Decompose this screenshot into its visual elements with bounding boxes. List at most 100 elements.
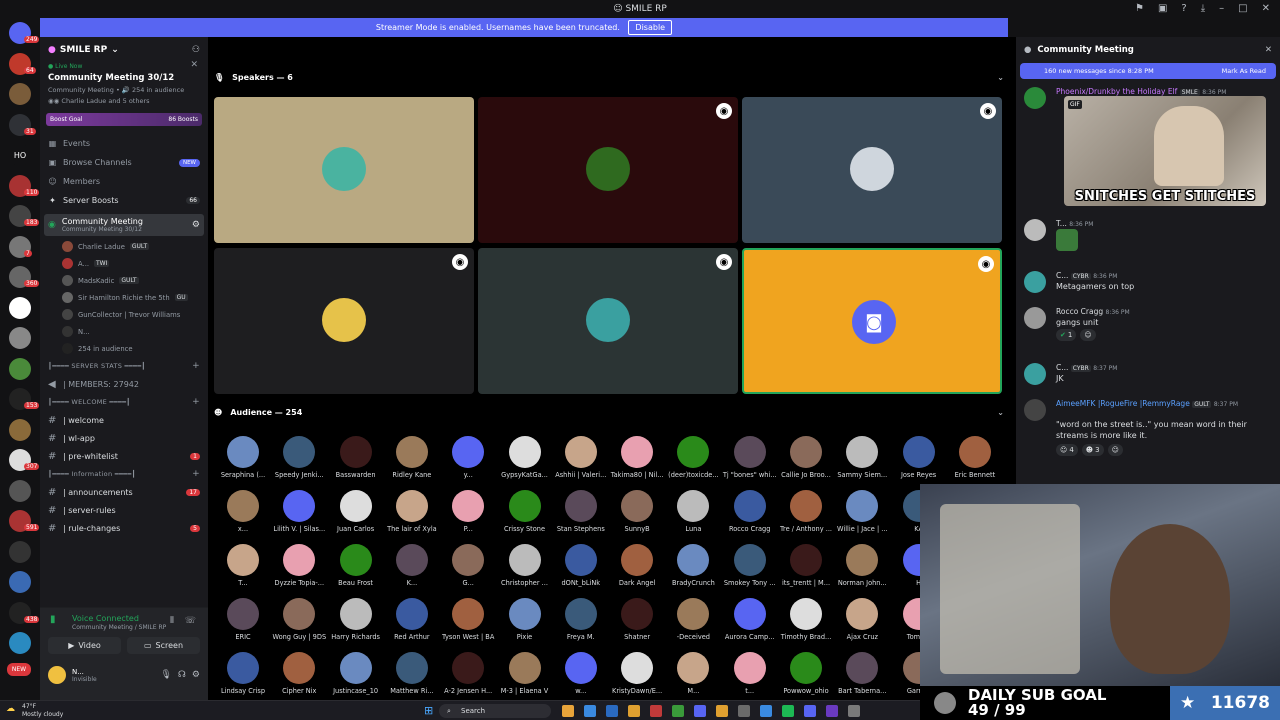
audience-member[interactable]: Tyson West | BA	[440, 598, 496, 641]
audience-member[interactable]: Cipher Nix	[271, 652, 327, 695]
audience-member[interactable]: Wong Guy | 9DS	[271, 598, 327, 641]
nav-item[interactable]: ☺ Members	[40, 172, 208, 191]
audience-member[interactable]: t...	[722, 652, 778, 695]
minimize-button[interactable]: –	[1219, 3, 1224, 14]
audience-member[interactable]: Luna	[665, 490, 721, 533]
video-button[interactable]: ▶ Video	[48, 637, 121, 654]
taskbar-app-icon[interactable]	[628, 705, 640, 717]
nav-item[interactable]: ▣ Browse Channels NEW	[40, 153, 208, 172]
headphones-icon[interactable]: ☊	[178, 670, 186, 680]
taskbar-app-icon[interactable]	[584, 705, 596, 717]
audience-member[interactable]: M-3 | Elaena V	[497, 652, 553, 695]
server-icon[interactable]	[9, 540, 31, 563]
message-author[interactable]: T...	[1056, 219, 1067, 228]
speaker-tile[interactable]: ◉	[478, 248, 738, 394]
audience-member[interactable]: Lindsay Crisp	[215, 652, 271, 695]
add-reaction-icon[interactable]: ☺	[1080, 329, 1096, 341]
audience-member[interactable]: Aurora Camp...	[722, 598, 778, 641]
audience-member[interactable]: Timothy Brad...	[778, 598, 834, 641]
audience-member[interactable]: Tj "bones" whi...	[722, 436, 778, 479]
audience-member[interactable]: Christopher ...	[497, 544, 553, 587]
server-icon[interactable]	[9, 571, 31, 593]
speaker-tile[interactable]: ◙ ◉	[742, 248, 1002, 394]
channel-actions-icon[interactable]: ⚙	[192, 220, 200, 230]
speaker-tile[interactable]: ◉	[478, 97, 738, 243]
text-channel[interactable]: # | pre-whitelist 1	[40, 447, 208, 465]
message-author[interactable]: Phoenix/Drunkby the Holiday Elf	[1056, 87, 1177, 96]
audience-member[interactable]: Jose Reyes	[891, 436, 947, 479]
audience-member[interactable]: x...	[215, 490, 271, 533]
nav-item[interactable]: ▦ Events	[40, 134, 208, 153]
audience-member[interactable]: y...	[440, 436, 496, 479]
audience-member[interactable]: Tre / Anthony ...	[778, 490, 834, 533]
disable-button[interactable]: Disable	[628, 20, 673, 35]
audience-member[interactable]: Ajax Cruz	[834, 598, 890, 641]
message-author[interactable]: Rocco Cragg	[1056, 307, 1103, 316]
reaction[interactable]: ✔ 1	[1056, 329, 1077, 341]
server-icon[interactable]	[9, 479, 31, 502]
voice-user[interactable]: Sir Hamilton Richie the 5th GU	[40, 289, 208, 306]
screen-button[interactable]: ▭ Screen	[127, 637, 200, 654]
taskbar-app-icon[interactable]	[716, 705, 728, 717]
audience-member[interactable]: Bart Taberna...	[834, 652, 890, 695]
taskbar-app-icon[interactable]	[694, 705, 706, 717]
voice-user[interactable]: MadsKadic GULT	[40, 272, 208, 289]
audience-member[interactable]: Dyzzie Topia-...	[271, 544, 327, 587]
taskbar-app-icon[interactable]	[738, 705, 750, 717]
message-author[interactable]: AimeeMFK |RogueFire |RemmyRage	[1056, 399, 1190, 408]
audience-member[interactable]: K...	[384, 544, 440, 587]
inbox-icon[interactable]: ⚑	[1135, 3, 1144, 14]
audience-member[interactable]: BradyCrunch	[665, 544, 721, 587]
audience-member[interactable]: dONt_bLiNk	[553, 544, 609, 587]
close-button[interactable]: ✕	[1262, 3, 1270, 14]
download-icon[interactable]: ⤓	[1201, 3, 1205, 14]
text-channel[interactable]: # | rule-changes 5	[40, 519, 208, 537]
taskbar-app-icon[interactable]	[672, 705, 684, 717]
speaker-tile[interactable]	[214, 97, 474, 243]
add-channel-icon[interactable]: +	[192, 469, 200, 479]
close-icon[interactable]: ✕	[190, 60, 198, 70]
server-icon[interactable]	[9, 83, 31, 105]
weather[interactable]: 47°F Mostly cloudy	[22, 703, 63, 719]
voice-user[interactable]: GunCollector | Trevor Williams	[40, 306, 208, 323]
audience-member[interactable]: Basswarden	[328, 436, 384, 479]
boost-goal[interactable]: Boost Goal 86 Boosts	[46, 113, 202, 126]
category-server-stats[interactable]: ┃━━━━ SERVER STATS ━━━━┃ +	[40, 357, 208, 375]
audience-member[interactable]: Sammy Siem...	[834, 436, 890, 479]
add-reaction-icon[interactable]: ☺	[1107, 444, 1123, 456]
screen-icon[interactable]: ▣	[1158, 3, 1167, 14]
new-messages-bar[interactable]: 160 new messages since 8:28 PM Mark As R…	[1020, 63, 1276, 79]
text-channel[interactable]: # | wl-app	[40, 429, 208, 447]
audience-member[interactable]: SunnyB	[609, 490, 665, 533]
text-channel[interactable]: # | server-rules	[40, 501, 208, 519]
disconnect-icon[interactable]: ☏	[185, 616, 196, 626]
audience-member[interactable]: Powwow_ohio	[778, 652, 834, 695]
audience-member[interactable]: ERIC	[215, 598, 271, 641]
taskbar-app-icon[interactable]	[782, 705, 794, 717]
audience-member[interactable]: Takima80 | Nil...	[609, 436, 665, 479]
audience-member[interactable]: Willie | Jace | ...	[834, 490, 890, 533]
reaction[interactable]: ☺ 4	[1056, 444, 1078, 456]
audience-member[interactable]: Dark Angel	[609, 544, 665, 587]
gear-icon[interactable]: ⚙	[192, 670, 200, 680]
audience-member[interactable]: Juan Carlos	[328, 490, 384, 533]
category-welcome[interactable]: ┃━━━━ WELCOME ━━━━┃ +	[40, 393, 208, 411]
audience-header[interactable]: ☻ Audience — 254 ⌄	[214, 404, 1004, 420]
add-member-icon[interactable]: ⚇	[192, 45, 200, 55]
voice-sub[interactable]: Community Meeting / SMILE RP	[40, 623, 208, 631]
audience-member[interactable]: Ashhii | Valeri...	[553, 436, 609, 479]
audience-member[interactable]: Freya M.	[553, 598, 609, 641]
audience-member[interactable]: Rocco Cragg	[722, 490, 778, 533]
server-icon[interactable]	[9, 327, 31, 349]
server-icon[interactable]	[9, 357, 31, 380]
add-channel-icon[interactable]: +	[192, 397, 200, 407]
audience-member[interactable]: Smokey Tony ...	[722, 544, 778, 587]
audience-member[interactable]: G...	[440, 544, 496, 587]
mark-as-read-button[interactable]: Mark As Read	[1222, 67, 1266, 75]
message-author[interactable]: C...	[1056, 363, 1068, 372]
live-stage-card[interactable]: ● Live Now Community Meeting 30/12 Commu…	[40, 60, 208, 105]
voice-user[interactable]: Charlie Ladue GULT	[40, 238, 208, 255]
server-icon[interactable]	[9, 632, 31, 654]
audience-member[interactable]: Harry Richards	[328, 598, 384, 641]
speakers-header[interactable]: 🎙 Speakers — 6 ⌄	[214, 69, 1004, 85]
